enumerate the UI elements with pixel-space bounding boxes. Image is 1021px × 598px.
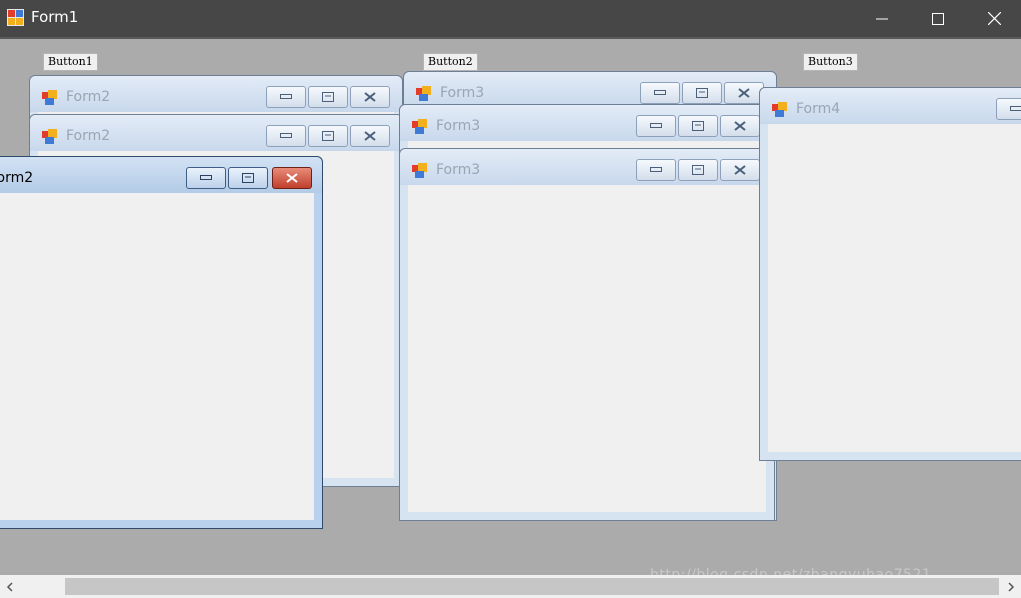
minimize-button[interactable] <box>636 159 676 181</box>
form2-caption[interactable]: Form2 <box>30 76 402 112</box>
button2[interactable]: Button2 <box>423 53 478 71</box>
form3-title: Form3 <box>436 162 481 178</box>
close-button[interactable] <box>720 115 760 137</box>
close-button[interactable] <box>350 125 390 147</box>
form-icon <box>42 129 58 145</box>
form4-caption[interactable]: Form4 <box>760 88 1021 124</box>
minimize-button[interactable] <box>266 125 306 147</box>
form-icon <box>42 90 58 106</box>
close-button[interactable] <box>720 159 760 181</box>
maximize-button[interactable] <box>228 167 268 189</box>
maximize-button[interactable] <box>308 86 348 108</box>
maximize-button[interactable] <box>678 159 718 181</box>
maximize-button[interactable] <box>308 125 348 147</box>
maximize-button[interactable] <box>910 0 966 37</box>
close-button[interactable] <box>350 86 390 108</box>
close-button[interactable] <box>724 82 764 104</box>
horizontal-scrollbar[interactable] <box>0 575 1021 598</box>
form4-title: Form4 <box>796 101 841 117</box>
form-icon <box>412 163 428 179</box>
form-icon <box>772 102 788 118</box>
button3[interactable]: Button3 <box>803 53 858 71</box>
form4-window[interactable]: Form4 <box>759 87 1021 461</box>
minimize-button[interactable] <box>266 86 306 108</box>
minimize-button[interactable] <box>186 167 226 189</box>
form2-body <box>0 193 314 520</box>
form2-title: Form2 <box>66 128 111 144</box>
app-form-icon <box>7 9 24 26</box>
scroll-left-arrow-icon[interactable] <box>0 575 20 598</box>
minimize-button[interactable] <box>996 98 1021 120</box>
form3-caption[interactable]: Form3 <box>400 105 774 141</box>
close-button[interactable] <box>966 0 1021 37</box>
form3-caption[interactable]: Form3 <box>400 149 774 185</box>
form3-title: Form3 <box>436 118 481 134</box>
mdi-client-area: Button1 Button2 Button3 Form2 Form2 Form… <box>0 39 1021 575</box>
form4-body <box>768 124 1021 452</box>
form3-caption[interactable]: Form3 <box>404 72 776 108</box>
form3-window[interactable]: Form3 <box>399 148 775 521</box>
form-icon <box>416 86 432 102</box>
form2-window-active[interactable]: Form2 <box>0 156 323 529</box>
form3-title: Form3 <box>440 85 485 101</box>
maximize-button[interactable] <box>678 115 718 137</box>
close-button[interactable] <box>272 167 312 189</box>
window-title: Form1 <box>31 8 79 26</box>
form2-caption[interactable]: Form2 <box>0 157 322 193</box>
form3-body <box>408 185 766 512</box>
form-icon <box>412 119 428 135</box>
minimize-button[interactable] <box>636 115 676 137</box>
form2-caption[interactable]: Form2 <box>30 115 402 151</box>
minimize-button[interactable] <box>640 82 680 104</box>
button1[interactable]: Button1 <box>43 53 98 71</box>
form2-title: Form2 <box>66 89 111 105</box>
title-bar: Form1 <box>0 0 1021 37</box>
scroll-right-arrow-icon[interactable] <box>1001 575 1021 598</box>
scrollbar-thumb[interactable] <box>65 578 999 595</box>
maximize-button[interactable] <box>682 82 722 104</box>
minimize-button[interactable] <box>854 0 910 37</box>
form2-title: Form2 <box>0 170 34 186</box>
